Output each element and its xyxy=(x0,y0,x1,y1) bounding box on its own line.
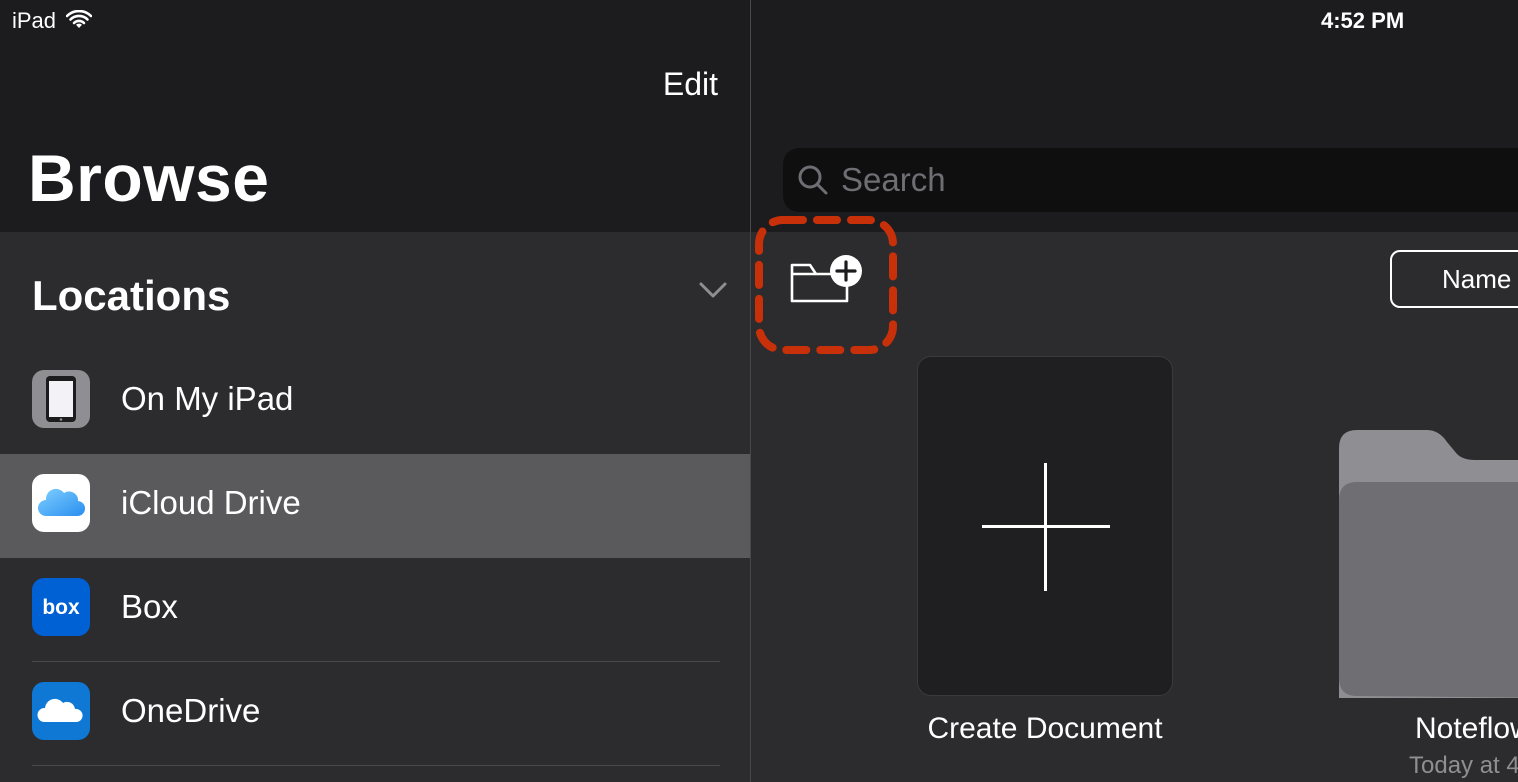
onedrive-icon xyxy=(32,682,90,740)
sort-by-label: Name xyxy=(1442,263,1512,294)
device-name: iPad xyxy=(12,8,57,33)
icloud-icon xyxy=(32,474,90,532)
search-icon xyxy=(798,165,828,195)
box-icon: box xyxy=(32,578,90,636)
sidebar-item-label: OneDrive xyxy=(121,692,261,729)
sidebar-item-label: On My iPad xyxy=(121,380,294,417)
sidebar-header: iPad Edit Browse xyxy=(0,0,750,232)
folder-add-icon xyxy=(790,255,862,303)
create-document-label: Create Document xyxy=(927,712,1163,745)
chevron-down-icon[interactable] xyxy=(698,280,728,300)
sidebar: iPad Edit Browse Locations On My iPad iC… xyxy=(0,0,750,782)
divider xyxy=(32,765,720,766)
locations-section-header[interactable]: Locations xyxy=(0,232,750,352)
search-bar[interactable] xyxy=(783,148,1518,212)
sidebar-item-on-my-ipad[interactable]: On My iPad xyxy=(0,350,750,454)
section-title: Locations xyxy=(32,272,231,319)
ipad-icon xyxy=(32,370,90,428)
box-logo-text: box xyxy=(42,596,80,619)
sort-by-button[interactable]: Name xyxy=(1390,250,1518,308)
create-document-tile[interactable] xyxy=(917,356,1173,696)
page-title: Browse xyxy=(28,141,270,215)
status-time: 4:52 PM xyxy=(1321,8,1405,33)
search-input[interactable] xyxy=(841,148,1441,212)
wifi-icon xyxy=(66,10,93,28)
sidebar-item-label: Box xyxy=(121,588,178,625)
files-app: iPad Edit Browse Locations On My iPad iC… xyxy=(0,0,1518,782)
status-bar-left: iPad xyxy=(12,8,93,34)
main-content: 4:52 PM Name xyxy=(751,0,1518,782)
sidebar-item-box[interactable]: box Box xyxy=(0,558,750,662)
edit-button[interactable]: Edit xyxy=(663,66,718,103)
plus-icon-vertical xyxy=(1044,463,1047,591)
sidebar-item-onedrive[interactable]: OneDrive xyxy=(0,662,750,766)
sidebar-item-label: iCloud Drive xyxy=(121,484,301,521)
folder-icon[interactable] xyxy=(1339,428,1518,698)
folder-name: Noteflow xyxy=(1415,712,1518,745)
folder-modified-date: Today at 4 xyxy=(1409,752,1518,779)
new-folder-button[interactable] xyxy=(755,216,897,354)
sidebar-item-icloud-drive[interactable]: iCloud Drive xyxy=(0,454,750,558)
main-header: 4:52 PM xyxy=(751,0,1518,232)
